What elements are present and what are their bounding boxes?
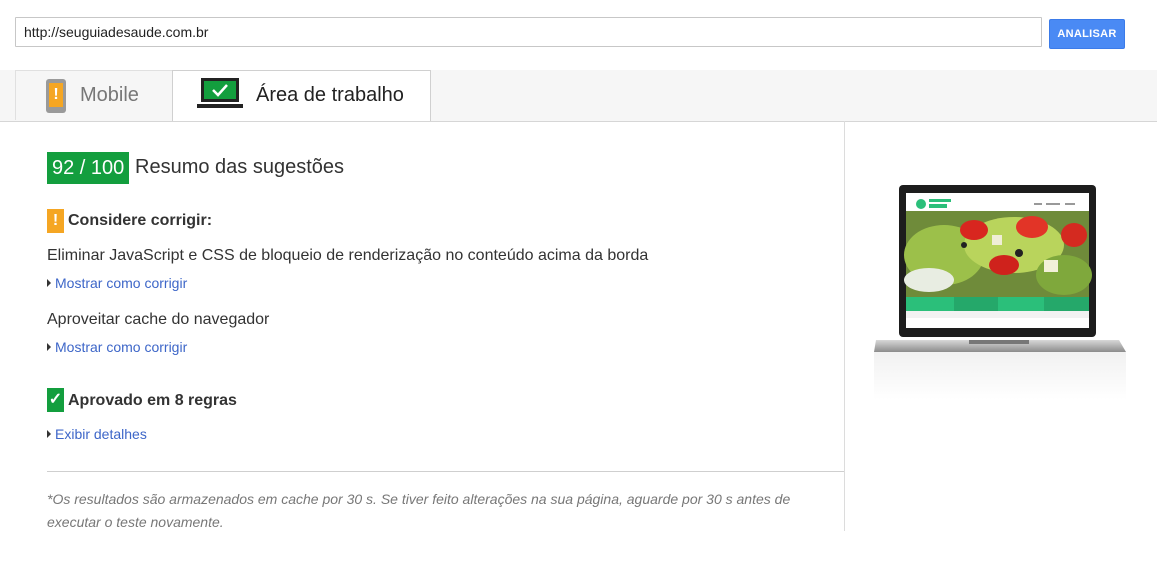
tab-mobile[interactable]: ! Mobile (15, 70, 173, 120)
rule-title: Eliminar JavaScript e CSS de bloqueio de… (47, 247, 649, 264)
show-details-link[interactable]: Exibir detalhes (47, 426, 147, 442)
rule-title: Aproveitar cache do navegador (47, 311, 270, 328)
url-input[interactable] (15, 17, 1042, 47)
show-fix-link[interactable]: Mostrar como corrigir (47, 275, 187, 291)
caret-right-icon (47, 279, 51, 288)
summary-title: Resumo das sugestões (135, 156, 345, 178)
caret-right-icon (47, 430, 51, 439)
score-badge: 92 / 100 (47, 152, 130, 184)
analyze-button[interactable]: ANALISAR (1049, 19, 1125, 49)
cache-footnote: *Os resultados são armazenados em cache … (47, 491, 791, 530)
show-fix-link[interactable]: Mostrar como corrigir (47, 339, 187, 355)
caret-right-icon (47, 343, 51, 352)
divider (47, 471, 844, 472)
desktop-preview-image (874, 185, 1126, 400)
consider-title: Considere corrigir: (68, 212, 213, 229)
laptop-check-icon (197, 78, 243, 108)
warning-icon: ! (47, 209, 64, 233)
phone-warning-icon: ! (46, 79, 66, 113)
passed-title: Aprovado em 8 regras (68, 392, 237, 409)
tab-desktop-label: Área de trabalho (256, 84, 404, 106)
panel-divider (844, 121, 845, 531)
device-tabs: ! Mobile Área de trabalho (0, 70, 1157, 122)
tab-desktop[interactable]: Área de trabalho (172, 70, 431, 121)
tab-mobile-label: Mobile (80, 84, 139, 106)
check-icon: ✓ (47, 388, 64, 412)
